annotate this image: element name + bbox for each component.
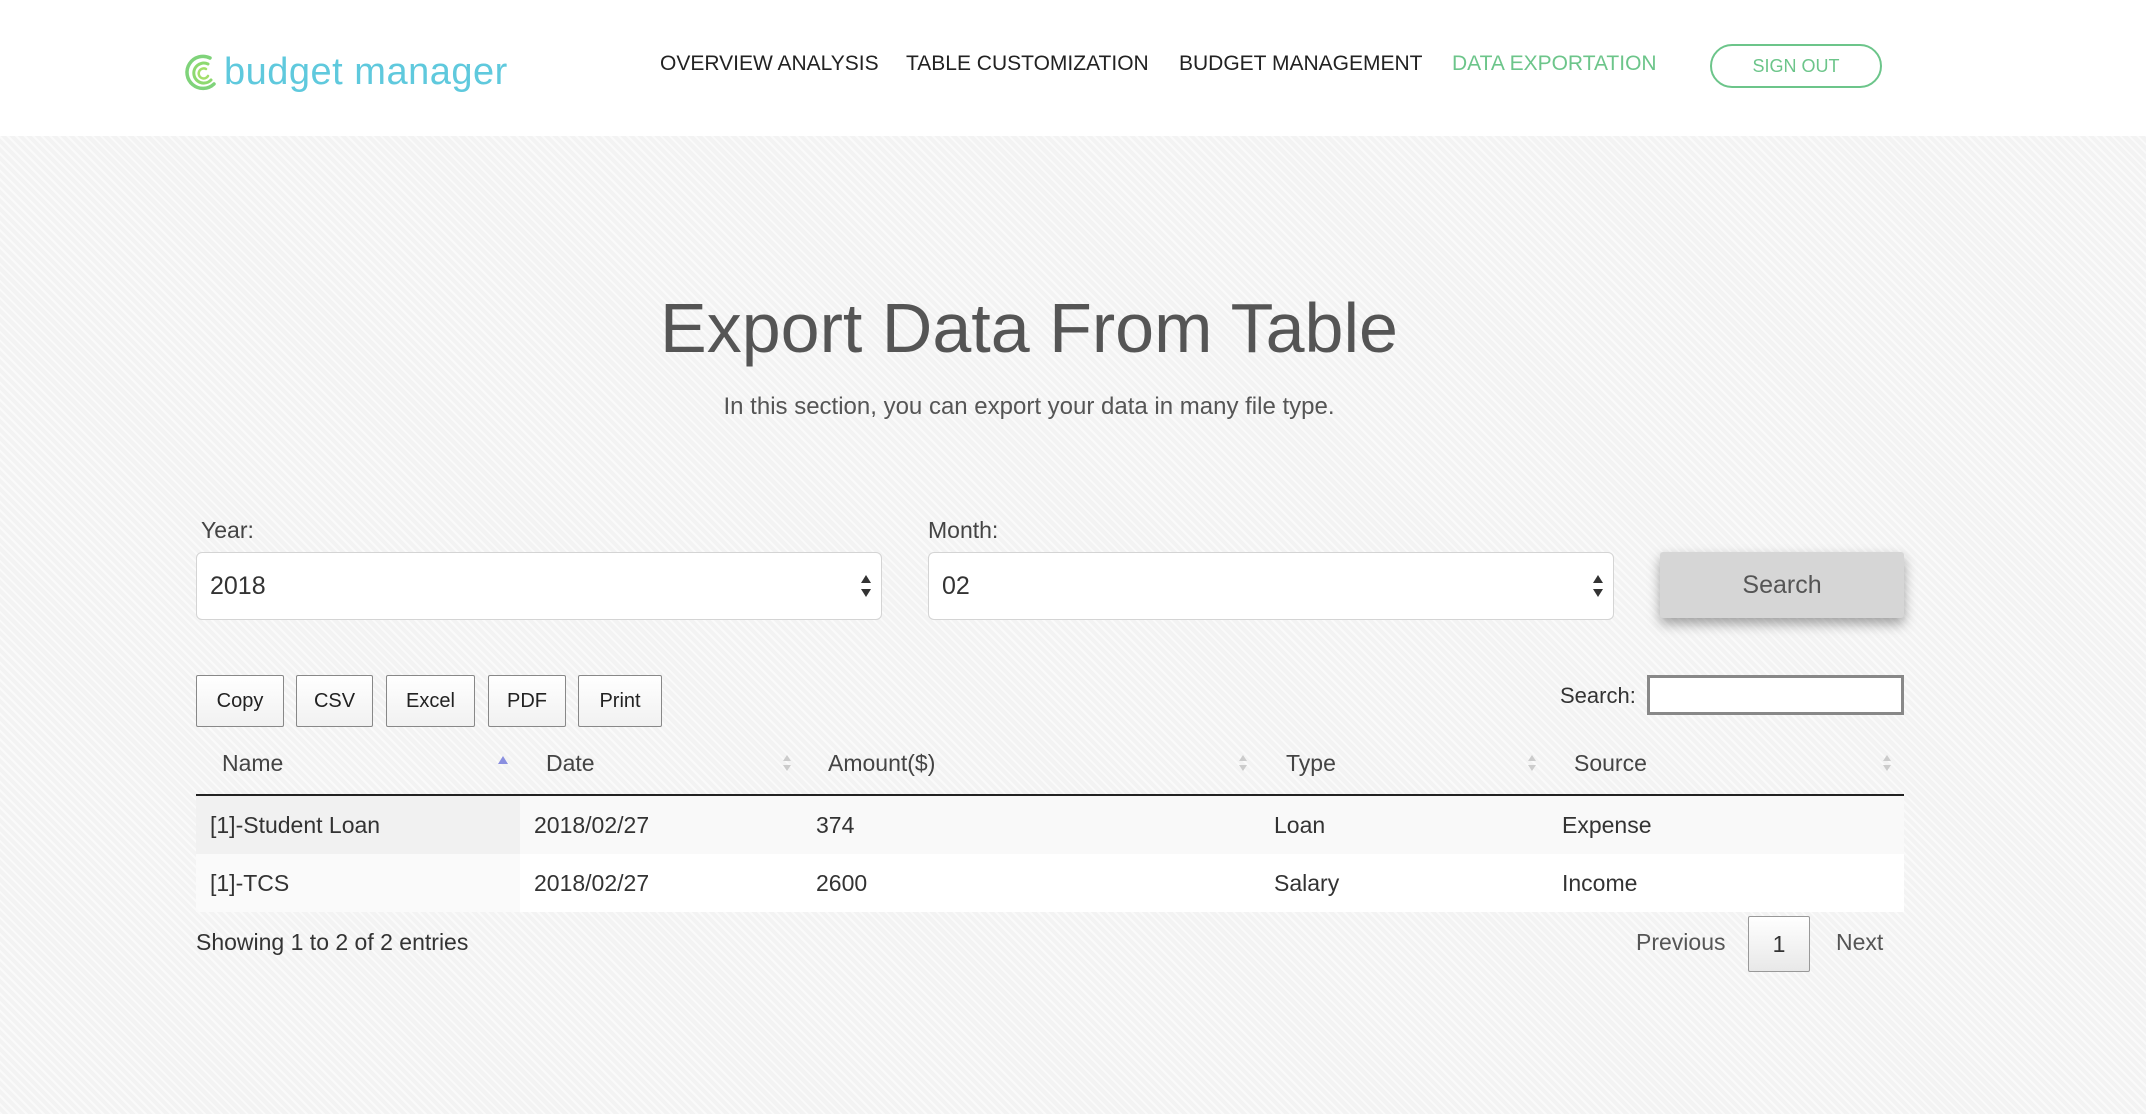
print-button[interactable]: Print — [578, 675, 662, 727]
nav-budget-management[interactable]: BUDGET MANAGEMENT — [1179, 52, 1422, 76]
year-select[interactable]: 2018 — [196, 552, 882, 620]
nav-overview-analysis[interactable]: OVERVIEW ANALYSIS — [660, 52, 879, 76]
table-row[interactable]: [1]-TCS 2018/02/27 2600 Salary Income — [196, 854, 1904, 912]
month-select[interactable]: 02 — [928, 552, 1614, 620]
column-header-type[interactable]: Type — [1258, 750, 1546, 792]
pagination-next[interactable]: Next — [1836, 929, 1883, 956]
brand-name: budget manager — [224, 50, 508, 93]
year-select-value: 2018 — [210, 571, 266, 600]
nav-data-exportation[interactable]: DATA EXPORTATION — [1452, 52, 1657, 76]
column-header-name[interactable]: Name — [196, 750, 520, 792]
cell-name: [1]-TCS — [210, 870, 290, 896]
table-search-input[interactable] — [1647, 675, 1904, 715]
sort-both-icon — [1239, 755, 1247, 771]
select-arrows-icon — [1593, 575, 1603, 597]
column-header-label: Name — [222, 750, 284, 776]
column-header-label: Date — [546, 750, 595, 776]
cell-source: Expense — [1562, 812, 1652, 838]
sort-both-icon — [783, 755, 791, 771]
sort-both-icon — [1528, 755, 1536, 771]
cell-name: [1]-Student Loan — [210, 812, 381, 838]
cell-amount: 374 — [816, 812, 855, 838]
cell-date: 2018/02/27 — [534, 812, 650, 838]
table-info: Showing 1 to 2 of 2 entries — [196, 929, 469, 955]
table-search-label: Search: — [1560, 683, 1636, 708]
column-header-date[interactable]: Date — [520, 750, 802, 792]
cell-amount: 2600 — [816, 870, 868, 896]
cell-type: Salary — [1274, 870, 1340, 896]
csv-button[interactable]: CSV — [296, 675, 373, 727]
cell-source: Income — [1562, 870, 1638, 896]
cell-type: Loan — [1274, 812, 1326, 838]
column-header-source[interactable]: Source — [1546, 750, 1904, 792]
excel-button[interactable]: Excel — [386, 675, 475, 727]
month-label: Month: — [928, 517, 999, 543]
search-button[interactable]: Search — [1660, 552, 1904, 618]
cell-date: 2018/02/27 — [534, 870, 650, 896]
top-navbar: budget manager OVERVIEW ANALYSIS TABLE C… — [0, 0, 2146, 136]
sign-out-button[interactable]: SIGN OUT — [1710, 44, 1882, 88]
table-row[interactable]: [1]-Student Loan 2018/02/27 374 Loan Exp… — [196, 796, 1904, 855]
year-label: Year: — [201, 517, 254, 543]
column-header-label: Amount($) — [828, 750, 936, 776]
select-arrows-icon — [861, 575, 871, 597]
logo-swirl-icon — [185, 54, 216, 91]
page-subtitle: In this section, you can export your dat… — [723, 393, 1335, 420]
pdf-button[interactable]: PDF — [488, 675, 566, 727]
sort-ascending-icon — [498, 756, 508, 764]
copy-button[interactable]: Copy — [196, 675, 284, 727]
brand-logo[interactable]: budget manager — [184, 50, 508, 94]
pagination-previous[interactable]: Previous — [1636, 929, 1725, 956]
month-select-value: 02 — [942, 571, 970, 600]
pagination-page-current[interactable]: 1 — [1748, 916, 1810, 972]
column-header-label: Type — [1286, 750, 1336, 776]
sort-both-icon — [1883, 755, 1891, 771]
column-header-amount[interactable]: Amount($) — [802, 750, 1258, 792]
column-header-label: Source — [1574, 750, 1647, 776]
nav-table-customization[interactable]: TABLE CUSTOMIZATION — [906, 52, 1149, 76]
page-title: Export Data From Table — [660, 289, 1398, 367]
